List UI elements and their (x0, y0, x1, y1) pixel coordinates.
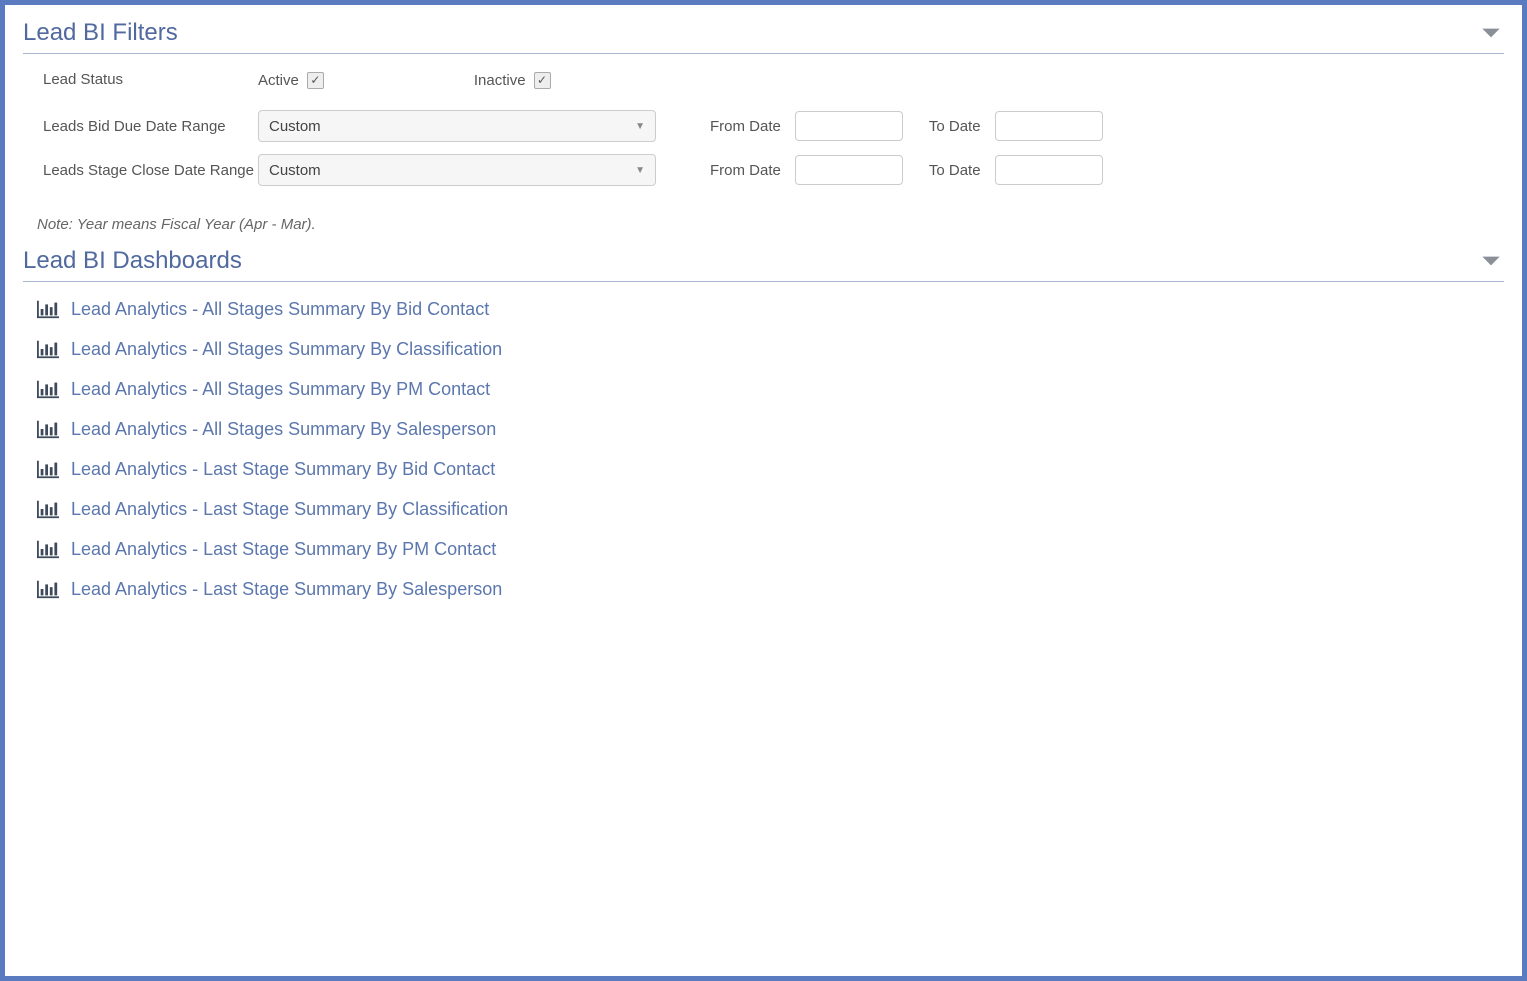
inactive-checkbox-wrap: Inactive ✓ (474, 72, 551, 89)
bid-due-to-group: To Date (929, 111, 1103, 141)
dashboard-link[interactable]: Lead Analytics - Last Stage Summary By S… (35, 578, 1492, 600)
to-date-label: To Date (929, 162, 981, 179)
dashboard-link-label: Lead Analytics - All Stages Summary By P… (71, 379, 490, 400)
dashboard-link[interactable]: Lead Analytics - All Stages Summary By P… (35, 378, 1492, 400)
caret-down-icon: ▼ (635, 121, 645, 132)
chevron-down-icon (1478, 20, 1504, 46)
stage-close-from-group: From Date (710, 155, 903, 185)
stage-close-controls: Custom ▼ From Date To Date (258, 154, 1484, 186)
bid-due-from-input[interactable] (795, 111, 903, 141)
bar-chart-icon (35, 458, 61, 480)
stage-close-to-group: To Date (929, 155, 1103, 185)
bar-chart-icon (35, 418, 61, 440)
dashboard-link[interactable]: Lead Analytics - Last Stage Summary By P… (35, 538, 1492, 560)
active-checkbox[interactable]: ✓ (307, 72, 324, 89)
bar-chart-icon (35, 338, 61, 360)
dashboards-header: Lead BI Dashboards (23, 247, 1504, 282)
filters-header: Lead BI Filters (23, 19, 1504, 54)
dashboard-link[interactable]: Lead Analytics - All Stages Summary By C… (35, 338, 1492, 360)
stage-close-from-input[interactable] (795, 155, 903, 185)
dashboard-link[interactable]: Lead Analytics - All Stages Summary By S… (35, 418, 1492, 440)
from-date-label: From Date (710, 118, 781, 135)
dashboard-link-label: Lead Analytics - Last Stage Summary By P… (71, 539, 496, 560)
dashboard-link-label: Lead Analytics - All Stages Summary By C… (71, 339, 502, 360)
active-checkbox-wrap: Active ✓ (258, 72, 324, 89)
lead-status-label: Lead Status (43, 69, 258, 92)
lead-status-controls: Active ✓ Inactive ✓ (258, 72, 1484, 89)
filters-title: Lead BI Filters (23, 19, 178, 47)
from-date-label: From Date (710, 162, 781, 179)
bar-chart-icon (35, 298, 61, 320)
to-date-label: To Date (929, 118, 981, 135)
dashboard-link-label: Lead Analytics - Last Stage Summary By S… (71, 579, 502, 600)
stage-close-range-select[interactable]: Custom ▼ (258, 154, 656, 186)
dashboards-body: Lead Analytics - All Stages Summary By B… (23, 292, 1504, 624)
dashboard-link[interactable]: Lead Analytics - Last Stage Summary By B… (35, 458, 1492, 480)
filter-row-stage-close: Leads Stage Close Date Range Custom ▼ Fr… (43, 154, 1484, 188)
bid-due-controls: Custom ▼ From Date To Date (258, 110, 1484, 142)
dashboards-collapse-toggle[interactable] (1478, 248, 1504, 274)
bid-due-label: Leads Bid Due Date Range (43, 110, 258, 139)
caret-down-icon: ▼ (635, 165, 645, 176)
dashboards-title: Lead BI Dashboards (23, 247, 242, 275)
stage-close-range-value: Custom (269, 162, 321, 179)
bid-due-to-input[interactable] (995, 111, 1103, 141)
dashboard-link-label: Lead Analytics - All Stages Summary By B… (71, 299, 489, 320)
bid-due-from-group: From Date (710, 111, 903, 141)
chevron-down-icon (1478, 248, 1504, 274)
filter-row-bid-due: Leads Bid Due Date Range Custom ▼ From D… (43, 110, 1484, 144)
filter-row-lead-status: Lead Status Active ✓ Inactive ✓ (43, 68, 1484, 92)
inactive-label: Inactive (474, 72, 526, 89)
filters-collapse-toggle[interactable] (1478, 20, 1504, 46)
inactive-checkbox[interactable]: ✓ (534, 72, 551, 89)
dashboard-link-label: Lead Analytics - Last Stage Summary By B… (71, 459, 495, 480)
active-label: Active (258, 72, 299, 89)
app-frame: Lead BI Filters Lead Status Active ✓ Ina… (0, 0, 1527, 981)
filters-body: Lead Status Active ✓ Inactive ✓ Leads Bi… (23, 64, 1504, 206)
stage-close-label: Leads Stage Close Date Range (43, 154, 258, 183)
bid-due-range-value: Custom (269, 118, 321, 135)
dashboard-link-label: Lead Analytics - All Stages Summary By S… (71, 419, 496, 440)
bar-chart-icon (35, 578, 61, 600)
dashboard-link[interactable]: Lead Analytics - Last Stage Summary By C… (35, 498, 1492, 520)
fiscal-year-note: Note: Year means Fiscal Year (Apr - Mar)… (23, 206, 1504, 247)
bar-chart-icon (35, 538, 61, 560)
dashboard-link[interactable]: Lead Analytics - All Stages Summary By B… (35, 298, 1492, 320)
stage-close-to-input[interactable] (995, 155, 1103, 185)
dashboard-link-label: Lead Analytics - Last Stage Summary By C… (71, 499, 508, 520)
bar-chart-icon (35, 498, 61, 520)
bar-chart-icon (35, 378, 61, 400)
bid-due-range-select[interactable]: Custom ▼ (258, 110, 656, 142)
